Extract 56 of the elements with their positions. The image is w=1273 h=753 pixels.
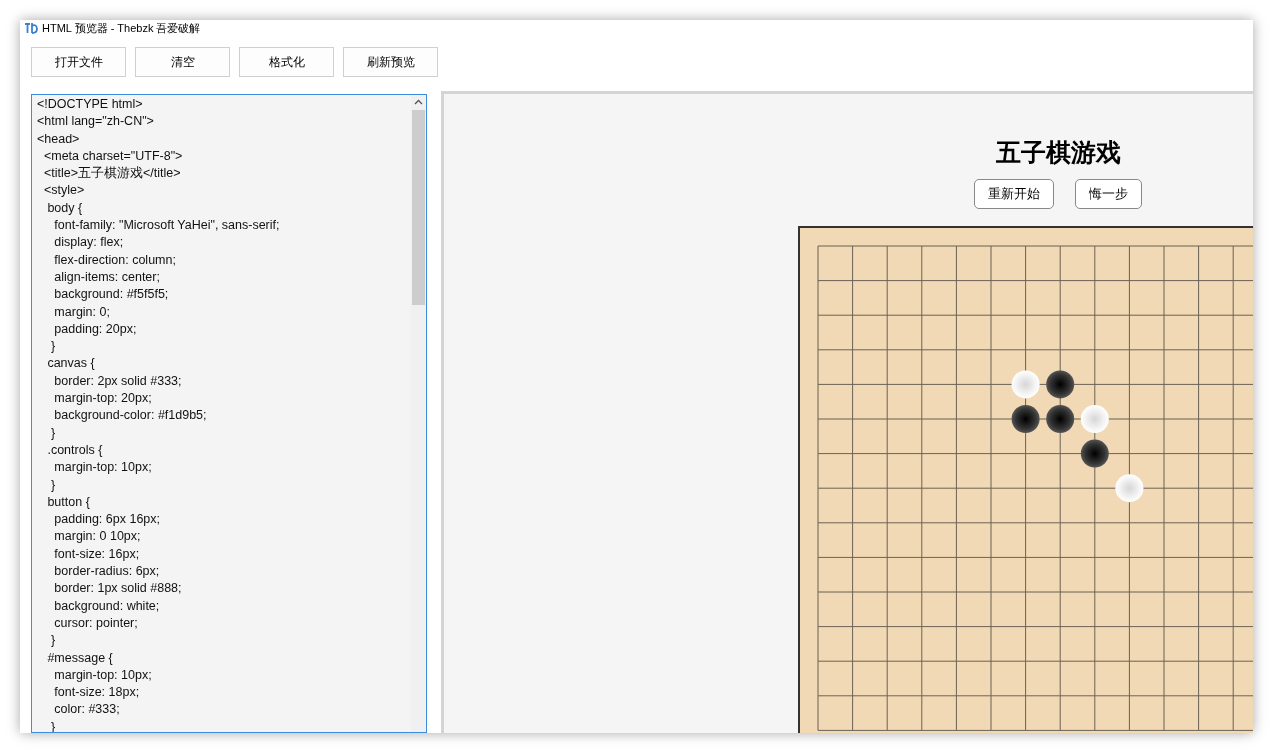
- code-line: margin-top: 10px;: [53, 459, 153, 477]
- app-logo-icon: [24, 22, 38, 35]
- game-stone: [1080, 405, 1109, 433]
- game-stone: [1080, 439, 1109, 468]
- code-line: #message {: [46, 649, 114, 667]
- code-line: margin-top: 20px;: [53, 390, 153, 408]
- code-line: .controls {: [46, 441, 104, 459]
- game-stone: [1046, 405, 1075, 433]
- code-line: background: white;: [53, 597, 161, 615]
- window-title: HTML 预览器 - Thebzk 吾爱破解: [42, 21, 201, 36]
- toolbar-button[interactable]: 清空: [135, 47, 230, 77]
- scrollbar-thumb[interactable]: [412, 110, 425, 305]
- code-line: background-color: #f1d9b5;: [53, 407, 208, 425]
- code-line: margin-top: 10px;: [53, 666, 153, 684]
- code-line: display: flex;: [53, 234, 125, 252]
- code-line: }: [49, 632, 57, 650]
- game-stone: [1046, 370, 1075, 399]
- code-line: }: [49, 424, 57, 442]
- code-line: <head>: [37, 130, 81, 148]
- game-button[interactable]: 重新开始: [974, 179, 1054, 209]
- code-line: body {: [46, 199, 84, 217]
- toolbar-button[interactable]: 打开文件: [31, 47, 126, 77]
- scroll-up-icon[interactable]: [414, 99, 423, 105]
- code-line: background: #f5f5f5;: [53, 286, 170, 304]
- scrollbar[interactable]: [411, 95, 426, 732]
- code-line: button {: [46, 493, 91, 511]
- game-title: 五子棋游戏: [995, 137, 1121, 168]
- code-line: align-items: center;: [53, 268, 161, 286]
- code-line: margin: 0;: [53, 303, 111, 321]
- code-line: font-size: 16px;: [53, 545, 141, 563]
- code-line: border-radius: 6px;: [53, 563, 161, 580]
- game-board[interactable]: [798, 226, 1253, 733]
- game-button[interactable]: 悔一步: [1075, 179, 1142, 209]
- game-stone: [1011, 405, 1040, 433]
- code-line: canvas {: [46, 355, 96, 373]
- code-line: <style>: [42, 182, 86, 200]
- code-line: border: 1px solid #888;: [53, 580, 183, 598]
- code-line: <title>五子棋游戏</title>: [42, 165, 182, 183]
- code-line: font-family: "Microsoft YaHei", sans-serif;: [53, 217, 281, 235]
- code-line: cursor: pointer;: [53, 614, 139, 632]
- game-stone: [1115, 474, 1144, 503]
- game-stone: [1011, 370, 1040, 399]
- code-line: border: 2px solid #333;: [53, 372, 183, 390]
- code-line: <html lang="zh-CN">: [37, 113, 155, 131]
- code-line: padding: 6px 16px;: [53, 511, 161, 529]
- code-line: color: #333;: [53, 701, 121, 719]
- toolbar-button[interactable]: 刷新预览: [343, 47, 438, 77]
- code-line: padding: 20px;: [53, 320, 138, 338]
- toolbar-button[interactable]: 格式化: [239, 47, 334, 77]
- code-line: }: [49, 476, 57, 494]
- code-line: margin: 0 10px;: [53, 528, 142, 546]
- code-line: <meta charset="UTF-8">: [42, 147, 184, 165]
- code-line: flex-direction: column;: [53, 251, 177, 269]
- code-line: font-size: 18px;: [53, 684, 141, 702]
- code-line: }: [49, 338, 57, 356]
- code-line: <!DOCTYPE html>: [37, 96, 144, 113]
